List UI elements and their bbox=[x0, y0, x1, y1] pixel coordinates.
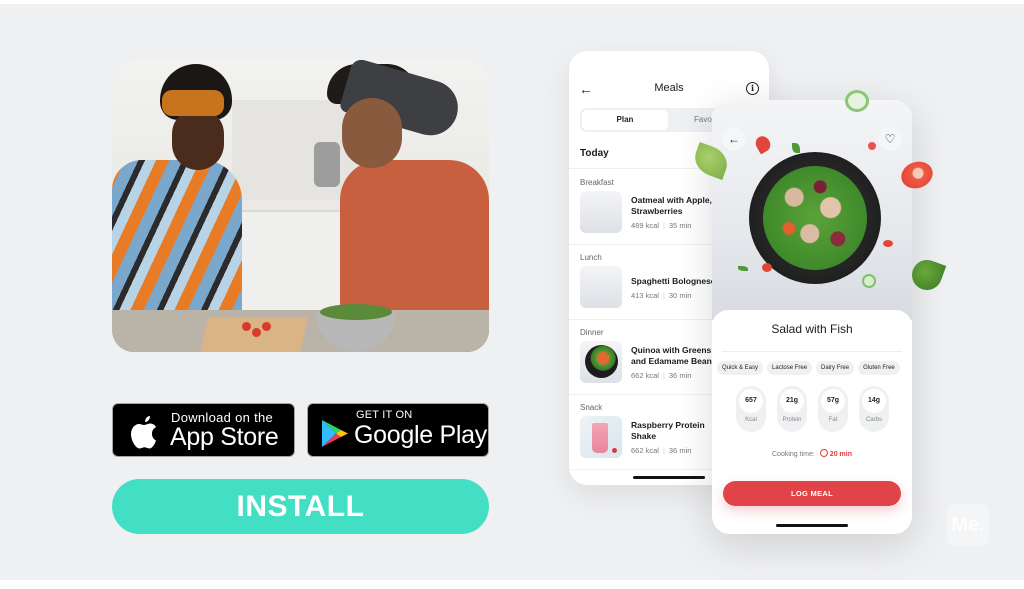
tag-dairy-free: Dairy Free bbox=[816, 361, 855, 375]
nutrition-facts: 657 Kcal 21g Protein 57g Fat 14g Carbs bbox=[736, 386, 889, 432]
cooking-time-value: 20 min bbox=[829, 451, 852, 458]
nutrition-value: 14g bbox=[862, 389, 886, 413]
tomato bbox=[262, 322, 271, 331]
google-play-label: Google Play bbox=[354, 421, 487, 449]
meal-meta: 413 kcal | 30 min bbox=[631, 291, 691, 300]
meal-meta: 662 kcal | 36 min bbox=[631, 446, 691, 455]
herb-leaf bbox=[738, 266, 748, 271]
log-meal-button[interactable]: LOG MEAL bbox=[723, 481, 901, 506]
tomato bbox=[252, 328, 261, 337]
meal-kcal: 489 kcal bbox=[631, 221, 659, 230]
home-indicator bbox=[776, 524, 848, 527]
nutrition-label: Carbs bbox=[865, 417, 882, 423]
meal-time: 36 min bbox=[668, 371, 692, 380]
nutrition-protein: 21g Protein bbox=[777, 386, 807, 432]
raspberry bbox=[612, 448, 617, 453]
cooking-time-label: Cooking time: bbox=[772, 451, 815, 458]
meal-category: Snack bbox=[580, 403, 603, 412]
cucumber-slice bbox=[845, 90, 869, 112]
nutrition-label: Fat bbox=[828, 417, 838, 423]
shake-glass bbox=[592, 423, 608, 453]
clock-icon bbox=[819, 449, 828, 457]
tag-gluten-free: Gluten Free bbox=[858, 361, 900, 375]
separator: | bbox=[662, 446, 665, 455]
meal-category: Lunch bbox=[580, 253, 602, 262]
meal-title: Salad with Fish bbox=[771, 322, 853, 336]
meal-thumbnail-quinoa[interactable] bbox=[580, 341, 622, 383]
meal-thumbnail[interactable] bbox=[580, 191, 622, 233]
cucumber-slice bbox=[862, 274, 876, 288]
quinoa-bowl bbox=[585, 345, 618, 378]
meals-header: ← Meals i bbox=[569, 81, 769, 99]
app-store-badge[interactable]: Download on the App Store bbox=[112, 403, 295, 457]
separator: | bbox=[662, 371, 665, 380]
nutrition-value: 657 bbox=[739, 389, 763, 413]
separator: | bbox=[662, 291, 665, 300]
nutrition-label: Protein bbox=[782, 417, 802, 423]
nutrition-value: 21g bbox=[780, 389, 804, 413]
brand-watermark: Me. bbox=[947, 504, 989, 546]
hero-photo bbox=[112, 60, 489, 352]
salad-leaves bbox=[763, 166, 867, 270]
home-indicator bbox=[633, 476, 705, 479]
tomato-slice bbox=[752, 133, 774, 155]
meal-thumbnail[interactable] bbox=[580, 266, 622, 308]
tab-plan[interactable]: Plan bbox=[582, 110, 668, 130]
meal-detail-card: Salad with Fish Quick & Easy Lactose Fre… bbox=[712, 310, 912, 534]
meal-meta: 489 kcal | 35 min bbox=[631, 221, 691, 230]
meal-time: 36 min bbox=[668, 446, 692, 455]
meal-time: 30 min bbox=[668, 291, 692, 300]
tomato-piece bbox=[883, 240, 893, 247]
meal-detail-screen: ← ♡ Salad with Fish Quick & Easy Lactose… bbox=[712, 100, 912, 534]
divider bbox=[722, 351, 902, 352]
tag-lactose-free: Lactose Free bbox=[767, 361, 813, 375]
meal-kcal: 662 kcal bbox=[631, 446, 659, 455]
meal-category: Dinner bbox=[580, 328, 604, 337]
nutrition-fat: 57g Fat bbox=[818, 386, 848, 432]
salad bbox=[320, 304, 392, 320]
info-icon[interactable]: i bbox=[746, 82, 759, 95]
meal-hero: ← ♡ bbox=[712, 100, 912, 320]
meal-category: Breakfast bbox=[580, 178, 614, 187]
kettle bbox=[314, 142, 340, 187]
heart-icon[interactable]: ♡ bbox=[878, 127, 902, 151]
app-store-label: App Store bbox=[170, 423, 279, 451]
person-left-face bbox=[172, 108, 224, 170]
nutrition-kcal: 657 Kcal bbox=[736, 386, 766, 432]
meal-meta: 662 kcal | 36 min bbox=[631, 371, 691, 380]
tomato-piece bbox=[762, 263, 772, 272]
person-left-headband bbox=[162, 90, 224, 116]
herb-leaf bbox=[792, 143, 800, 153]
apple-icon bbox=[131, 416, 156, 449]
tomato-piece bbox=[868, 142, 876, 150]
ad-canvas: Download on the App Store GET IT ON Goog… bbox=[0, 4, 1024, 580]
cooking-time: Cooking time: 20 min bbox=[712, 449, 912, 458]
nutrition-label: Kcal bbox=[745, 417, 757, 423]
google-play-caption: GET IT ON bbox=[356, 409, 413, 421]
kitchen-cabinet bbox=[242, 210, 352, 320]
tab-favorites[interactable]: Favo bbox=[694, 110, 712, 130]
section-title-today: Today bbox=[580, 148, 609, 159]
tag-quick-easy: Quick & Easy bbox=[717, 361, 764, 375]
meal-kcal: 662 kcal bbox=[631, 371, 659, 380]
diet-tags: Quick & Easy Lactose Free Dairy Free Glu… bbox=[717, 361, 912, 375]
meal-thumbnail-shake[interactable] bbox=[580, 416, 622, 458]
nutrition-carbs: 14g Carbs bbox=[859, 386, 889, 432]
google-play-badge[interactable]: GET IT ON Google Play bbox=[307, 403, 489, 457]
install-button[interactable]: INSTALL bbox=[112, 479, 489, 534]
tomato bbox=[242, 322, 251, 331]
separator: | bbox=[662, 221, 665, 230]
meals-title: Meals bbox=[654, 82, 684, 94]
person-right-face bbox=[342, 98, 402, 168]
google-play-icon bbox=[322, 420, 348, 447]
nutrition-value: 57g bbox=[821, 389, 845, 413]
back-arrow-icon[interactable]: ← bbox=[722, 127, 746, 151]
meal-kcal: 413 kcal bbox=[631, 291, 659, 300]
meal-time: 35 min bbox=[668, 221, 692, 230]
spinach-leaf bbox=[907, 255, 947, 295]
